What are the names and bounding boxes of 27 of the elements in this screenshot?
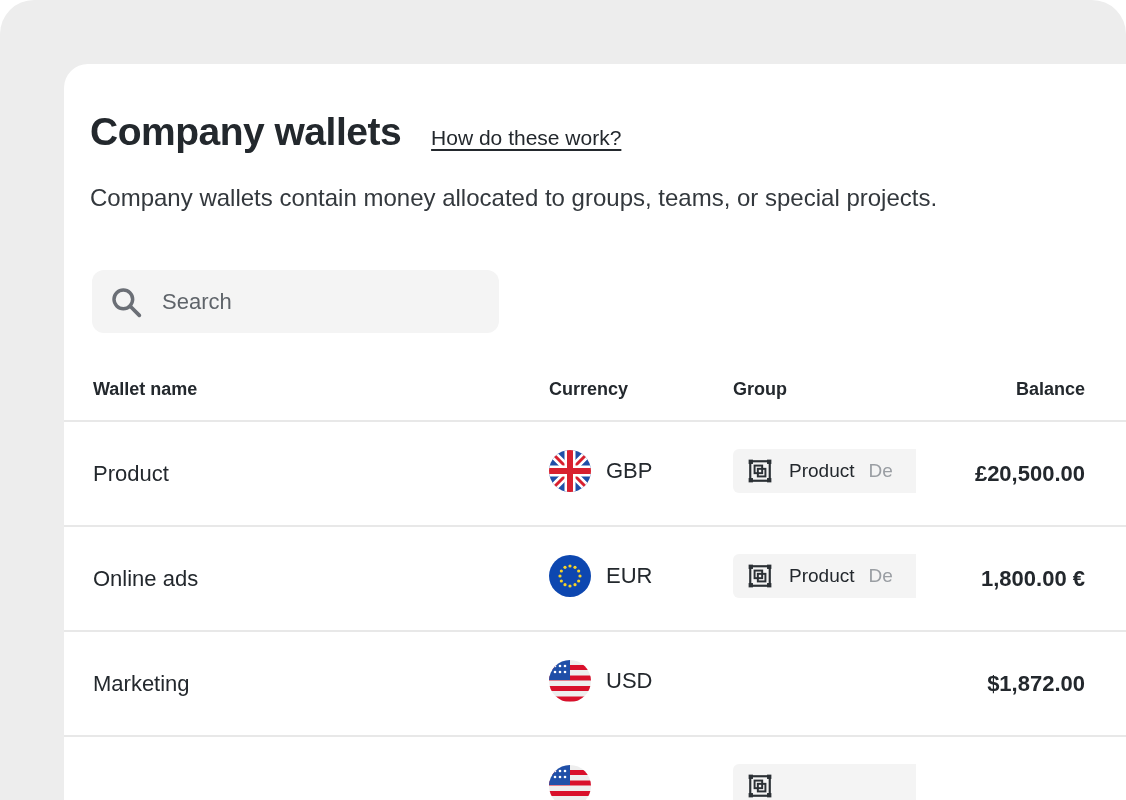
group-icon [747,772,773,799]
wallet-name: Marketing [93,670,190,696]
currency-code: GBP [606,457,653,484]
column-header: Wallet name [92,378,199,400]
wallet-name: Product [93,460,169,486]
balance: £20,500.00 [974,460,1085,486]
column-header: Balance [1014,378,1085,400]
flag-icon [549,659,591,702]
group-icon [747,457,773,484]
group-name: Product [789,459,855,482]
column-header: Group [733,378,788,400]
balance: $1,872.00 [987,670,1085,696]
flag-icon [549,449,591,492]
search-field[interactable]: Search [92,270,499,333]
group-detail: De [868,459,893,482]
help-link[interactable]: How do these work? [431,126,622,150]
page-title: Company wallets [90,110,402,154]
flag-icon [549,554,591,597]
column-header: Currency [549,378,630,400]
group-name: Product [789,564,855,587]
currency-code: USD [606,667,653,694]
group-detail: De [868,564,893,587]
description: Company wallets contain money allocated to groups, teams, or special projects. [90,184,939,212]
currency-code: EUR [606,562,653,589]
wallet-name: Online ads [93,565,199,591]
group-icon [747,562,773,589]
balance: 1,800.00 € [981,565,1085,591]
